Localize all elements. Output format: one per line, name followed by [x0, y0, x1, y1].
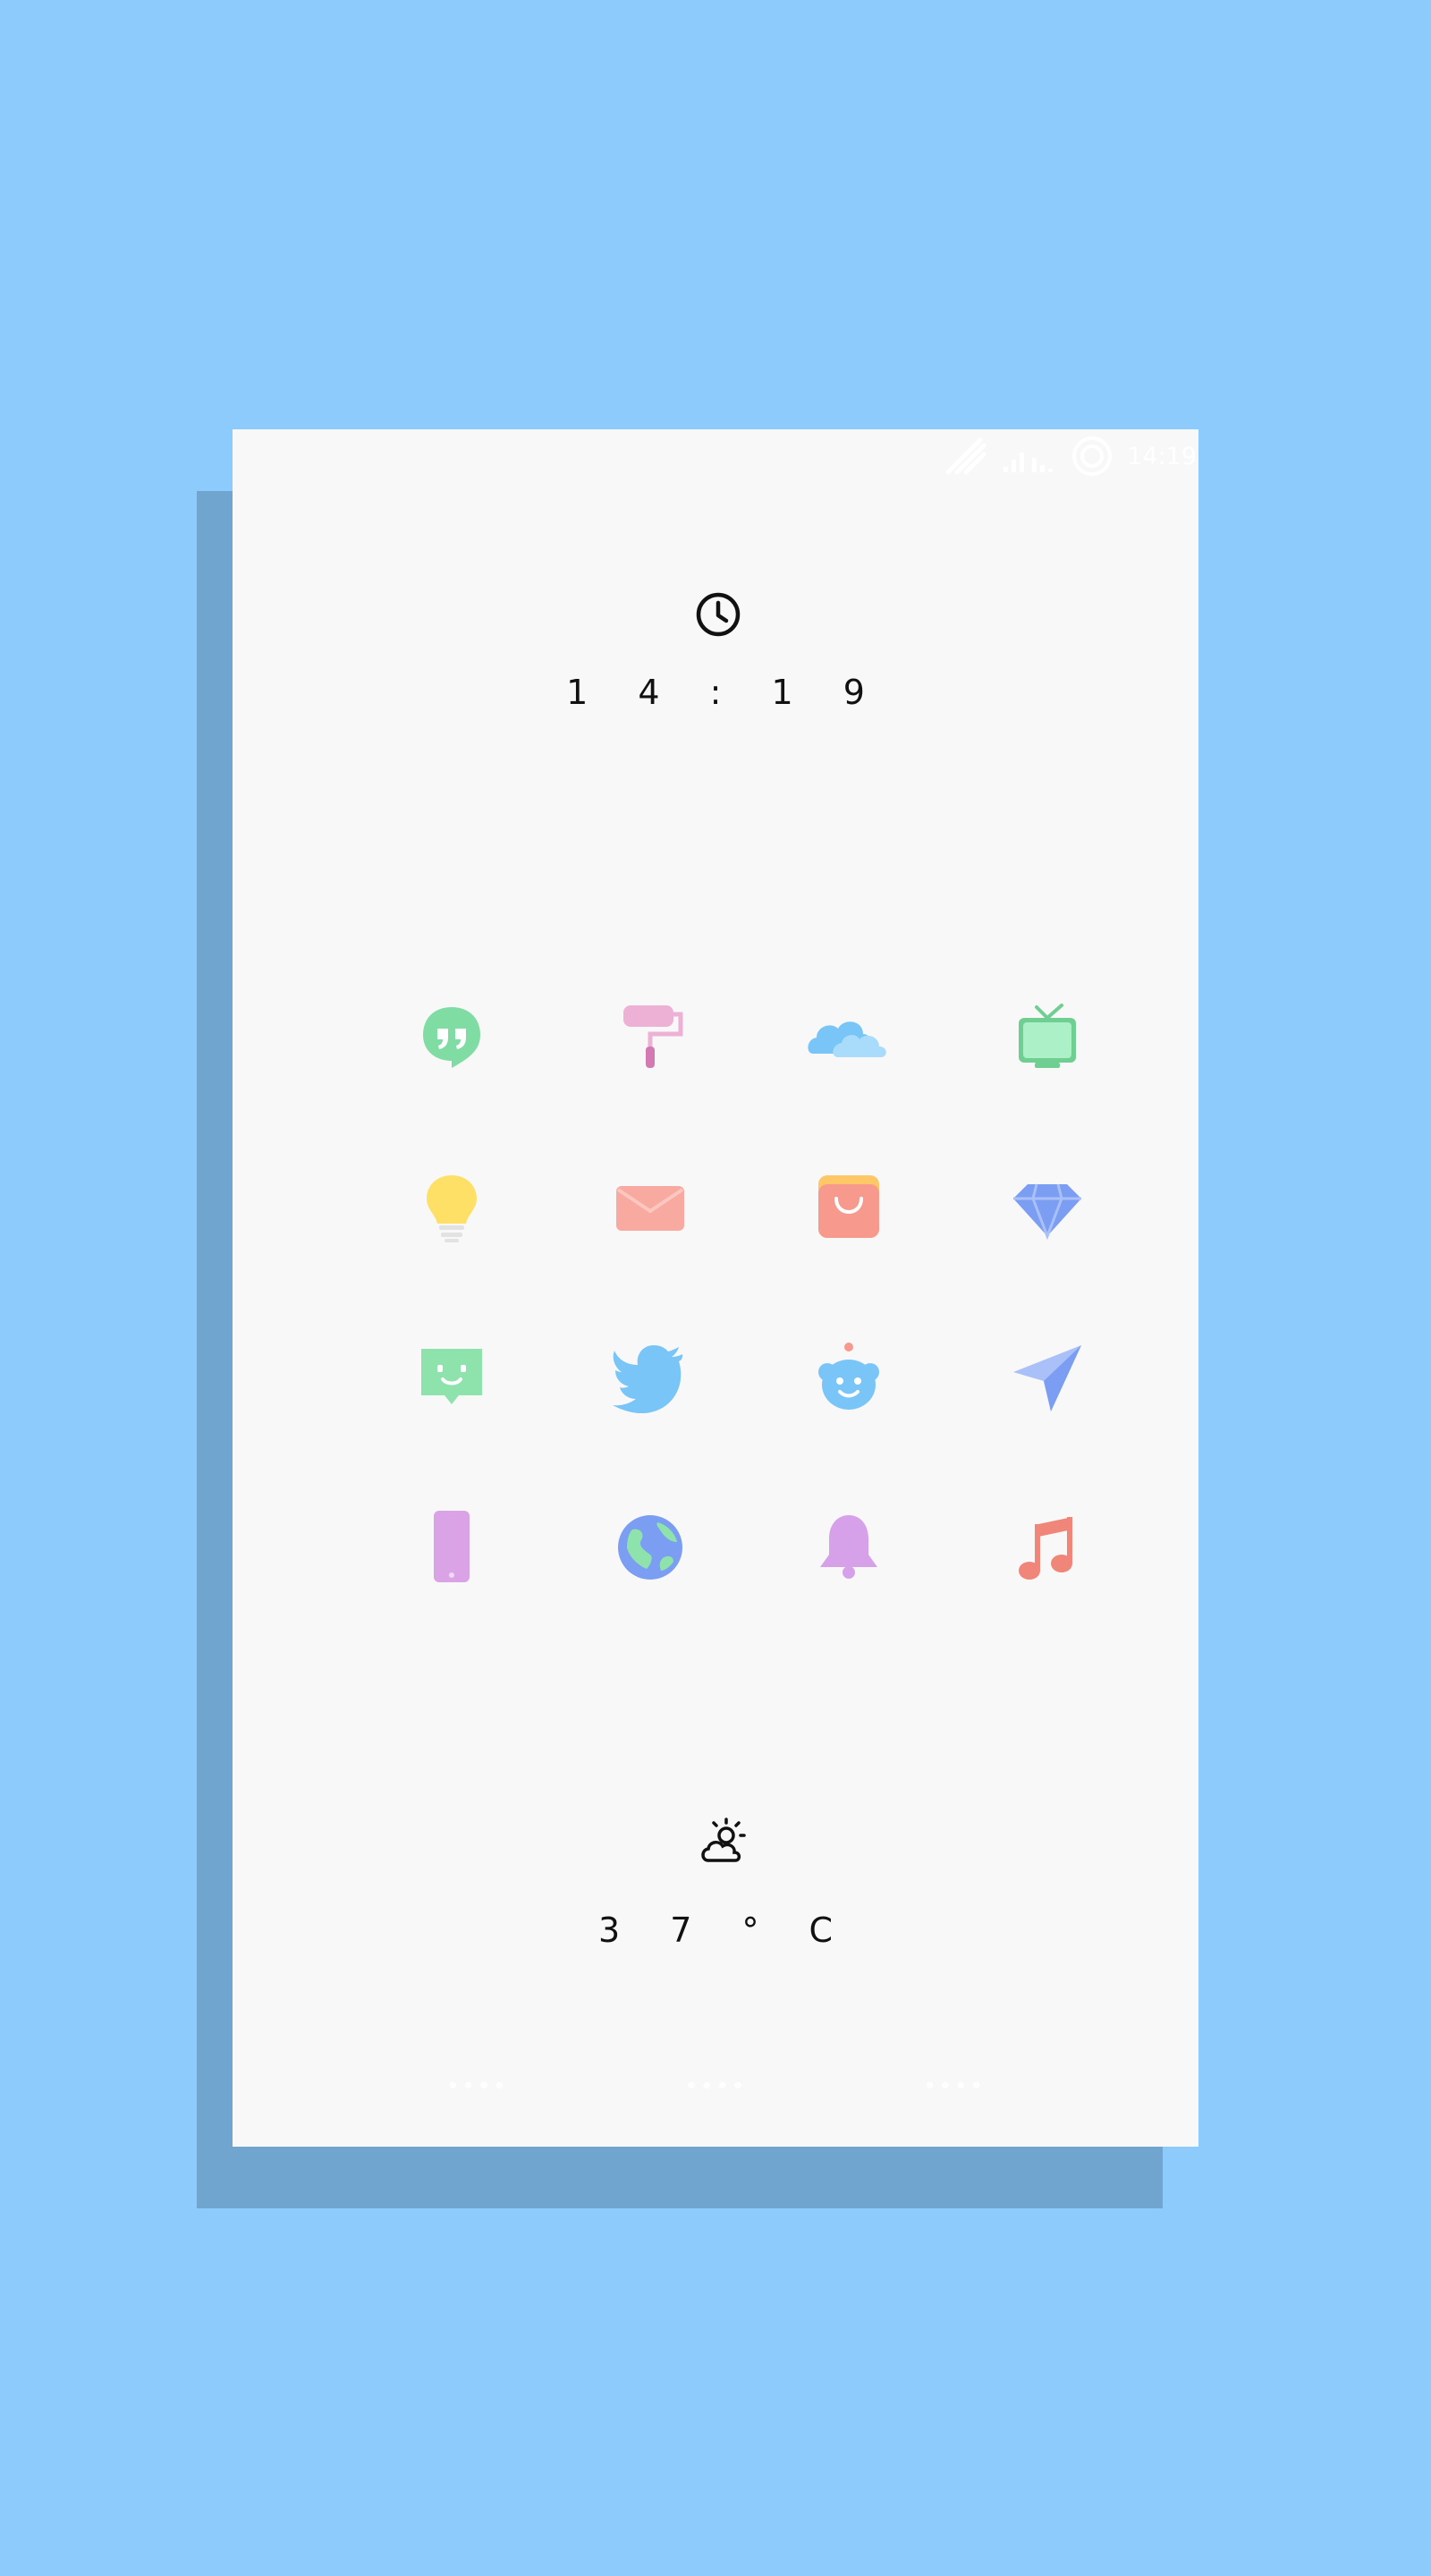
twitter-app-icon	[613, 1345, 682, 1413]
page-dot-1[interactable]: ••••	[446, 2073, 508, 2100]
mail-app-icon	[616, 1186, 684, 1231]
clock-time: 1 4 : 1 9	[566, 673, 885, 712]
diamond-app-icon	[1013, 1183, 1081, 1241]
app-phone[interactable]	[352, 1462, 551, 1632]
clock-icon	[696, 592, 741, 637]
lightbulb-app-icon	[427, 1175, 477, 1242]
page-dot-3[interactable]: ••••	[923, 2073, 985, 2100]
globe-app-icon	[618, 1515, 682, 1580]
phone-app-icon	[434, 1511, 470, 1582]
app-grid	[352, 953, 1147, 1632]
app-hangouts[interactable]	[352, 953, 551, 1123]
paint-roller-app-icon	[623, 1005, 683, 1068]
page-indicator: •••• •••• ••••	[233, 2073, 1198, 2100]
app-paint-roller[interactable]	[551, 953, 749, 1123]
app-globe[interactable]	[551, 1462, 749, 1632]
app-twitter[interactable]	[551, 1292, 749, 1462]
tv-app-icon	[1019, 1004, 1076, 1068]
paper-plane-app-icon	[1013, 1345, 1081, 1411]
app-music-note[interactable]	[948, 1462, 1147, 1632]
page-dot-2[interactable]: ••••	[684, 2073, 746, 2100]
app-paper-plane[interactable]	[948, 1292, 1147, 1462]
nfc-icon	[945, 437, 986, 475]
app-diamond[interactable]	[948, 1123, 1147, 1292]
status-bar: 14:19	[912, 429, 1198, 483]
weather-temperature: 3 7 ° C	[597, 1911, 853, 1950]
battery-ring-icon	[1072, 436, 1113, 476]
phone-screen: 14:19 1 4 : 1 9 3 7 ° C •••• •••• ••••	[233, 429, 1198, 2147]
status-time: 14:19	[1127, 442, 1197, 470]
app-cloud[interactable]	[749, 953, 948, 1123]
app-lightbulb[interactable]	[352, 1123, 551, 1292]
app-tv[interactable]	[948, 953, 1147, 1123]
cloud-app-icon	[808, 1021, 886, 1057]
partly-cloudy-icon	[701, 1818, 746, 1862]
app-shopping-bag[interactable]	[749, 1123, 948, 1292]
signal-icon	[1003, 453, 1054, 472]
reddit-app-icon	[818, 1343, 879, 1410]
app-chat-bot[interactable]	[352, 1292, 551, 1462]
app-bell[interactable]	[749, 1462, 948, 1632]
bell-app-icon	[820, 1515, 877, 1579]
music-note-app-icon	[1019, 1517, 1072, 1580]
app-reddit[interactable]	[749, 1292, 948, 1462]
app-mail[interactable]	[551, 1123, 749, 1292]
chat-bot-app-icon	[421, 1349, 482, 1404]
hangouts-app-icon	[423, 1007, 480, 1068]
shopping-bag-app-icon	[818, 1175, 879, 1238]
